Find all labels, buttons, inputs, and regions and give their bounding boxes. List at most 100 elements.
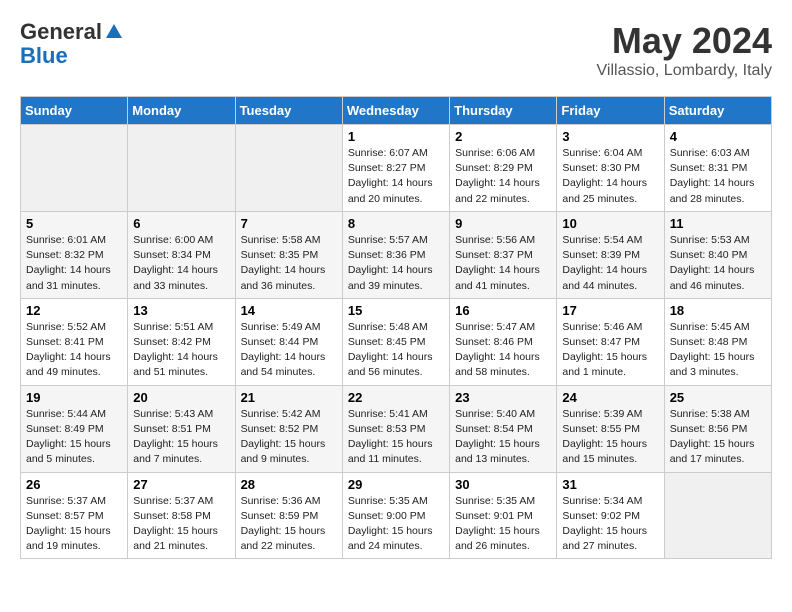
location-title: Villassio, Lombardy, Italy	[597, 62, 772, 80]
calendar-cell	[235, 125, 342, 212]
calendar-cell	[128, 125, 235, 212]
logo: General Blue	[20, 20, 124, 68]
calendar-cell: 1Sunrise: 6:07 AM Sunset: 8:27 PM Daylig…	[342, 125, 449, 212]
day-info: Sunrise: 5:45 AM Sunset: 8:48 PM Dayligh…	[670, 320, 766, 381]
calendar-cell	[21, 125, 128, 212]
calendar-cell: 18 Sunrise: 5:45 AM Sunset: 8:48 PM Dayli…	[664, 298, 771, 385]
day-info: Sunrise: 5:42 AM Sunset: 8:52 PM Dayligh…	[241, 407, 337, 468]
day-number: 12	[26, 303, 122, 318]
day-number: 14	[241, 303, 337, 318]
day-number: 23	[455, 390, 551, 405]
day-info: Sunrise: 5:51 AM Sunset: 8:42 PM Dayligh…	[133, 320, 229, 381]
day-number: 25	[670, 390, 766, 405]
day-info: Sunrise: 5:39 AM Sunset: 8:55 PM Dayligh…	[562, 407, 658, 468]
calendar-cell: 26Sunrise: 5:37 AM Sunset: 8:57 PM Dayli…	[21, 472, 128, 559]
calendar-header-row: SundayMondayTuesdayWednesdayThursdayFrid…	[21, 97, 772, 125]
day-number: 29	[348, 477, 444, 492]
day-number: 7	[241, 216, 337, 231]
calendar-week-row: 12 Sunrise: 5:52 AM Sunset: 8:41 PM Dayli…	[21, 298, 772, 385]
day-info: Sunrise: 5:43 AM Sunset: 8:51 PM Dayligh…	[133, 407, 229, 468]
day-number: 30	[455, 477, 551, 492]
calendar-cell: 25 Sunrise: 5:38 AM Sunset: 8:56 PM Dayli…	[664, 385, 771, 472]
day-info: Sunrise: 5:57 AM Sunset: 8:36 PM Dayligh…	[348, 233, 444, 294]
calendar-cell: 29 Sunrise: 5:35 AM Sunset: 9:00 PM Dayli…	[342, 472, 449, 559]
day-number: 2	[455, 129, 551, 144]
column-header-monday: Monday	[128, 97, 235, 125]
calendar-cell: 2 Sunrise: 6:06 AM Sunset: 8:29 PM Daylig…	[450, 125, 557, 212]
day-info: Sunrise: 5:47 AM Sunset: 8:46 PM Dayligh…	[455, 320, 551, 381]
day-number: 4	[670, 129, 766, 144]
calendar-cell: 3Sunrise: 6:04 AM Sunset: 8:30 PM Daylig…	[557, 125, 664, 212]
day-number: 27	[133, 477, 229, 492]
column-header-thursday: Thursday	[450, 97, 557, 125]
column-header-sunday: Sunday	[21, 97, 128, 125]
month-title: May 2024	[597, 20, 772, 62]
column-header-wednesday: Wednesday	[342, 97, 449, 125]
day-info: Sunrise: 5:56 AM Sunset: 8:37 PM Dayligh…	[455, 233, 551, 294]
calendar-cell: 23 Sunrise: 5:40 AM Sunset: 8:54 PM Dayli…	[450, 385, 557, 472]
calendar-cell: 15Sunrise: 5:48 AM Sunset: 8:45 PM Dayli…	[342, 298, 449, 385]
day-number: 11	[670, 216, 766, 231]
day-number: 20	[133, 390, 229, 405]
day-info: Sunrise: 6:00 AM Sunset: 8:34 PM Dayligh…	[133, 233, 229, 294]
day-number: 31	[562, 477, 658, 492]
logo-general-text: General	[20, 20, 102, 44]
calendar-cell: 28 Sunrise: 5:36 AM Sunset: 8:59 PM Dayli…	[235, 472, 342, 559]
day-number: 28	[241, 477, 337, 492]
day-info: Sunrise: 5:46 AM Sunset: 8:47 PM Dayligh…	[562, 320, 658, 381]
calendar-table: SundayMondayTuesdayWednesdayThursdayFrid…	[20, 96, 772, 559]
day-info: Sunrise: 6:07 AM Sunset: 8:27 PM Dayligh…	[348, 146, 444, 207]
day-number: 24	[562, 390, 658, 405]
calendar-cell: 16 Sunrise: 5:47 AM Sunset: 8:46 PM Dayli…	[450, 298, 557, 385]
day-number: 8	[348, 216, 444, 231]
day-info: Sunrise: 5:38 AM Sunset: 8:56 PM Dayligh…	[670, 407, 766, 468]
day-number: 6	[133, 216, 229, 231]
calendar-cell: 20 Sunrise: 5:43 AM Sunset: 8:51 PM Dayli…	[128, 385, 235, 472]
day-info: Sunrise: 5:40 AM Sunset: 8:54 PM Dayligh…	[455, 407, 551, 468]
calendar-cell: 5Sunrise: 6:01 AM Sunset: 8:32 PM Daylig…	[21, 211, 128, 298]
day-number: 18	[670, 303, 766, 318]
column-header-saturday: Saturday	[664, 97, 771, 125]
day-info: Sunrise: 5:34 AM Sunset: 9:02 PM Dayligh…	[562, 494, 658, 555]
calendar-cell	[664, 472, 771, 559]
day-number: 13	[133, 303, 229, 318]
calendar-cell: 17 Sunrise: 5:46 AM Sunset: 8:47 PM Dayli…	[557, 298, 664, 385]
day-number: 16	[455, 303, 551, 318]
calendar-cell: 24 Sunrise: 5:39 AM Sunset: 8:55 PM Dayli…	[557, 385, 664, 472]
day-info: Sunrise: 6:06 AM Sunset: 8:29 PM Dayligh…	[455, 146, 551, 207]
calendar-cell: 19Sunrise: 5:44 AM Sunset: 8:49 PM Dayli…	[21, 385, 128, 472]
day-info: Sunrise: 5:53 AM Sunset: 8:40 PM Dayligh…	[670, 233, 766, 294]
day-info: Sunrise: 6:04 AM Sunset: 8:30 PM Dayligh…	[562, 146, 658, 207]
calendar-week-row: 26Sunrise: 5:37 AM Sunset: 8:57 PM Dayli…	[21, 472, 772, 559]
day-info: Sunrise: 5:49 AM Sunset: 8:44 PM Dayligh…	[241, 320, 337, 381]
day-info: Sunrise: 5:36 AM Sunset: 8:59 PM Dayligh…	[241, 494, 337, 555]
column-header-friday: Friday	[557, 97, 664, 125]
day-number: 10	[562, 216, 658, 231]
calendar-cell: 22Sunrise: 5:41 AM Sunset: 8:53 PM Dayli…	[342, 385, 449, 472]
page-header: General Blue May 2024 Villassio, Lombard…	[20, 20, 772, 80]
day-info: Sunrise: 5:35 AM Sunset: 9:01 PM Dayligh…	[455, 494, 551, 555]
calendar-cell: 9 Sunrise: 5:56 AM Sunset: 8:37 PM Daylig…	[450, 211, 557, 298]
day-number: 17	[562, 303, 658, 318]
day-info: Sunrise: 5:48 AM Sunset: 8:45 PM Dayligh…	[348, 320, 444, 381]
calendar-cell: 27Sunrise: 5:37 AM Sunset: 8:58 PM Dayli…	[128, 472, 235, 559]
column-header-tuesday: Tuesday	[235, 97, 342, 125]
day-number: 5	[26, 216, 122, 231]
calendar-week-row: 19Sunrise: 5:44 AM Sunset: 8:49 PM Dayli…	[21, 385, 772, 472]
day-number: 26	[26, 477, 122, 492]
day-info: Sunrise: 5:52 AM Sunset: 8:41 PM Dayligh…	[26, 320, 122, 381]
calendar-cell: 6 Sunrise: 6:00 AM Sunset: 8:34 PM Daylig…	[128, 211, 235, 298]
calendar-week-row: 5Sunrise: 6:01 AM Sunset: 8:32 PM Daylig…	[21, 211, 772, 298]
calendar-cell: 13 Sunrise: 5:51 AM Sunset: 8:42 PM Dayli…	[128, 298, 235, 385]
day-info: Sunrise: 6:03 AM Sunset: 8:31 PM Dayligh…	[670, 146, 766, 207]
calendar-cell: 31 Sunrise: 5:34 AM Sunset: 9:02 PM Dayli…	[557, 472, 664, 559]
day-info: Sunrise: 5:35 AM Sunset: 9:00 PM Dayligh…	[348, 494, 444, 555]
day-number: 19	[26, 390, 122, 405]
day-number: 21	[241, 390, 337, 405]
calendar-cell: 7Sunrise: 5:58 AM Sunset: 8:35 PM Daylig…	[235, 211, 342, 298]
day-number: 9	[455, 216, 551, 231]
calendar-cell: 10Sunrise: 5:54 AM Sunset: 8:39 PM Dayli…	[557, 211, 664, 298]
calendar-cell: 8 Sunrise: 5:57 AM Sunset: 8:36 PM Daylig…	[342, 211, 449, 298]
title-block: May 2024 Villassio, Lombardy, Italy	[597, 20, 772, 80]
calendar-cell: 21 Sunrise: 5:42 AM Sunset: 8:52 PM Dayli…	[235, 385, 342, 472]
